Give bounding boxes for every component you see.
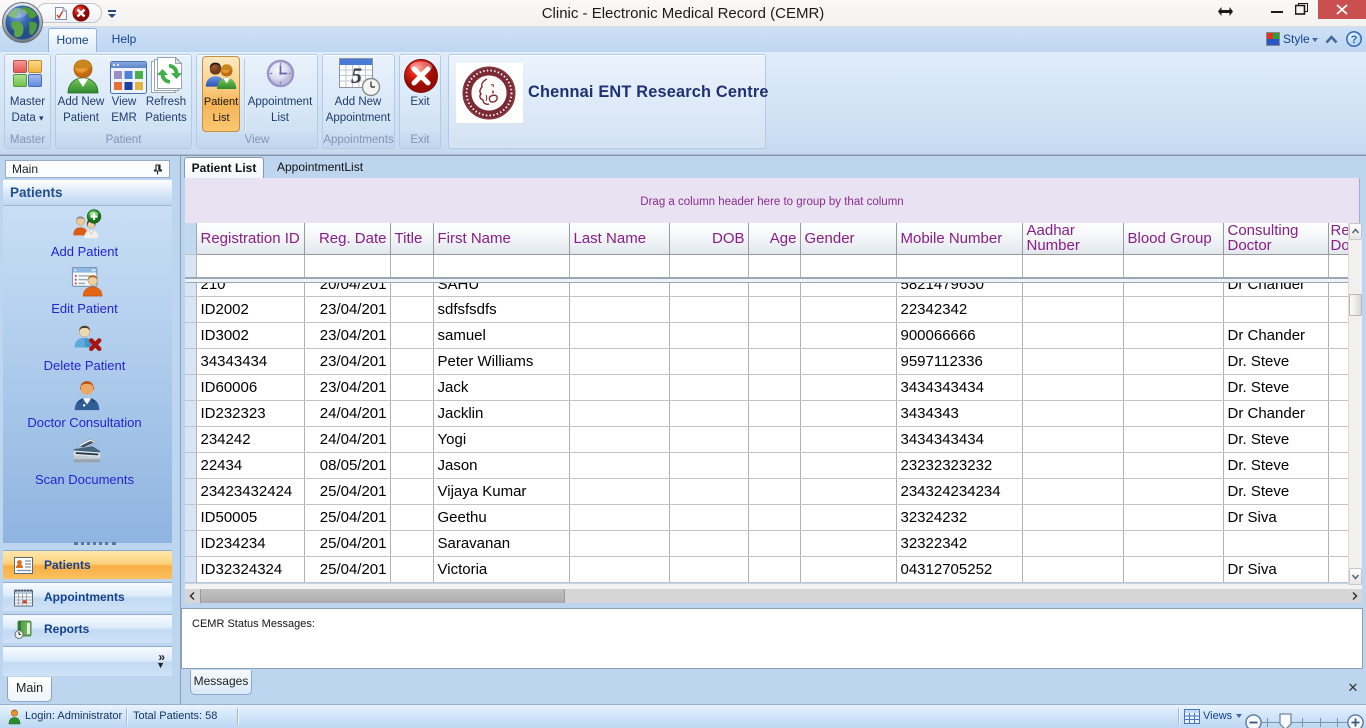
svg-text:5: 5 bbox=[351, 63, 362, 88]
svg-text:?: ? bbox=[1351, 34, 1358, 46]
